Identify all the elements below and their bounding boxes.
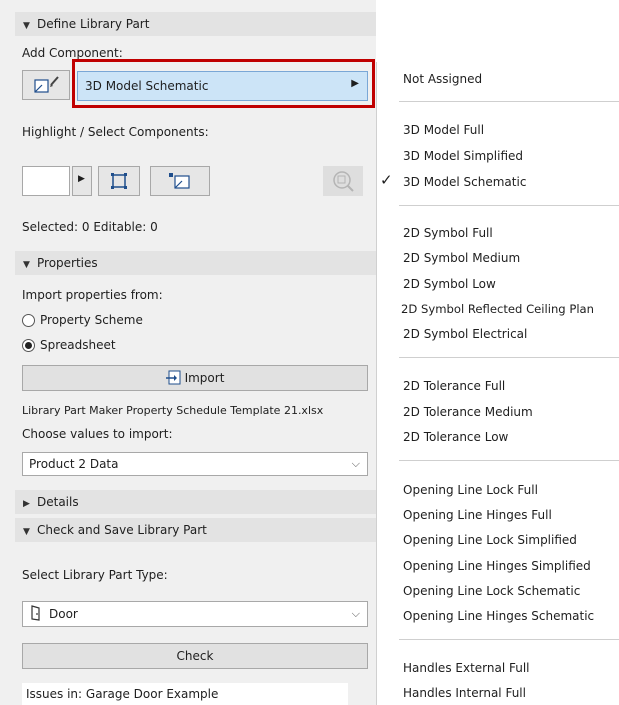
highlight-callout-box [72, 59, 375, 108]
check-button-label: Check [176, 649, 214, 663]
menu-separator [399, 460, 619, 461]
chevron-down-icon: ⌵ [351, 457, 360, 470]
radio-spreadsheet[interactable] [22, 339, 35, 352]
section-title: Define Library Part [37, 17, 150, 31]
check-button[interactable]: Check [22, 643, 368, 669]
menu-item-checked[interactable]: 3D Model Schematic [403, 174, 526, 190]
library-part-type-label: Select Library Part Type: [22, 568, 168, 582]
menu-item[interactable]: Handles External Full [403, 660, 530, 676]
selected-count-text: Selected: 0 Editable: 0 [22, 220, 158, 234]
import-from-label: Import properties from: [22, 288, 163, 302]
menu-item[interactable]: 3D Model Full [403, 122, 484, 138]
expand-triangle-icon: ▶ [23, 499, 30, 509]
menu-item[interactable]: 3D Model Simplified [403, 148, 523, 164]
import-values-select[interactable]: Product 2 Data ⌵ [22, 452, 368, 476]
zoom-to-selection-button[interactable] [323, 166, 363, 196]
filter-dropdown-button[interactable]: ▶ [72, 166, 92, 196]
collapse-triangle-icon: ▼ [23, 527, 30, 537]
menu-item[interactable]: Opening Line Lock Simplified [403, 532, 577, 548]
component-filter-box[interactable] [22, 166, 70, 196]
menu-item[interactable]: Opening Line Hinges Simplified [403, 558, 591, 574]
menu-separator [399, 639, 619, 640]
select-component-icon [169, 173, 190, 189]
choose-values-label: Choose values to import: [22, 427, 173, 441]
menu-item[interactable]: Opening Line Lock Schematic [403, 583, 580, 599]
menu-separator [399, 205, 619, 206]
section-details[interactable]: ▶ Details [15, 490, 376, 514]
checkmark-icon: ✓ [380, 171, 393, 189]
import-button[interactable]: Import [22, 365, 368, 391]
menu-item[interactable]: Not Assigned [403, 71, 482, 87]
component-edit-icon [34, 76, 59, 93]
import-values-value: Product 2 Data [29, 457, 119, 471]
triangle-right-icon: ▶ [78, 174, 85, 184]
select-box-icon [111, 173, 127, 189]
menu-separator [399, 101, 619, 102]
select-component-button[interactable] [150, 166, 210, 196]
menu-item[interactable]: 2D Tolerance Low [403, 429, 508, 445]
component-tool-button[interactable] [22, 70, 70, 100]
section-title: Properties [37, 256, 98, 270]
highlight-select-label: Highlight / Select Components: [22, 125, 209, 139]
chevron-down-icon: ⌵ [351, 607, 360, 620]
menu-separator [399, 357, 619, 358]
section-title: Check and Save Library Part [37, 523, 207, 537]
menu-item[interactable]: 2D Tolerance Full [403, 378, 505, 394]
import-icon [165, 370, 181, 385]
menu-item[interactable]: 2D Symbol Electrical [403, 326, 527, 342]
zoom-icon [333, 171, 354, 192]
menu-item[interactable]: 2D Tolerance Medium [403, 404, 533, 420]
menu-item[interactable]: Handles Internal Full [403, 685, 526, 701]
section-title: Details [37, 495, 79, 509]
library-part-type-value: Door [49, 607, 78, 621]
menu-item[interactable]: Opening Line Lock Full [403, 482, 538, 498]
menu-item[interactable]: Opening Line Hinges Full [403, 507, 552, 523]
menu-item[interactable]: 2D Symbol Medium [403, 250, 520, 266]
menu-item[interactable]: 2D Symbol Reflected Ceiling Plan [401, 301, 594, 317]
section-properties[interactable]: ▼ Properties [15, 251, 376, 275]
door-icon [31, 605, 40, 621]
menu-item[interactable]: 2D Symbol Low [403, 276, 496, 292]
issues-text: Issues in: Garage Door Example [22, 683, 348, 705]
menu-item[interactable]: 2D Symbol Full [403, 225, 493, 241]
collapse-triangle-icon: ▼ [23, 260, 30, 270]
import-button-label: Import [184, 371, 225, 385]
library-part-type-select[interactable]: Door ⌵ [22, 601, 368, 627]
collapse-triangle-icon: ▼ [23, 21, 30, 31]
section-define-library-part[interactable]: ▼ Define Library Part [15, 12, 376, 36]
radio-property-scheme-label: Property Scheme [40, 313, 143, 327]
section-check-save[interactable]: ▼ Check and Save Library Part [15, 518, 376, 542]
component-submenu: Not Assigned 3D Model Full 3D Model Simp… [376, 62, 619, 705]
menu-item[interactable]: Opening Line Hinges Schematic [403, 608, 594, 624]
select-all-components-button[interactable] [98, 166, 140, 196]
import-file-name: Library Part Maker Property Schedule Tem… [22, 404, 324, 417]
library-part-panel: ▼ Define Library Part Add Component: 3D M… [0, 0, 376, 705]
radio-property-scheme[interactable] [22, 314, 35, 327]
radio-spreadsheet-label: Spreadsheet [40, 338, 116, 352]
